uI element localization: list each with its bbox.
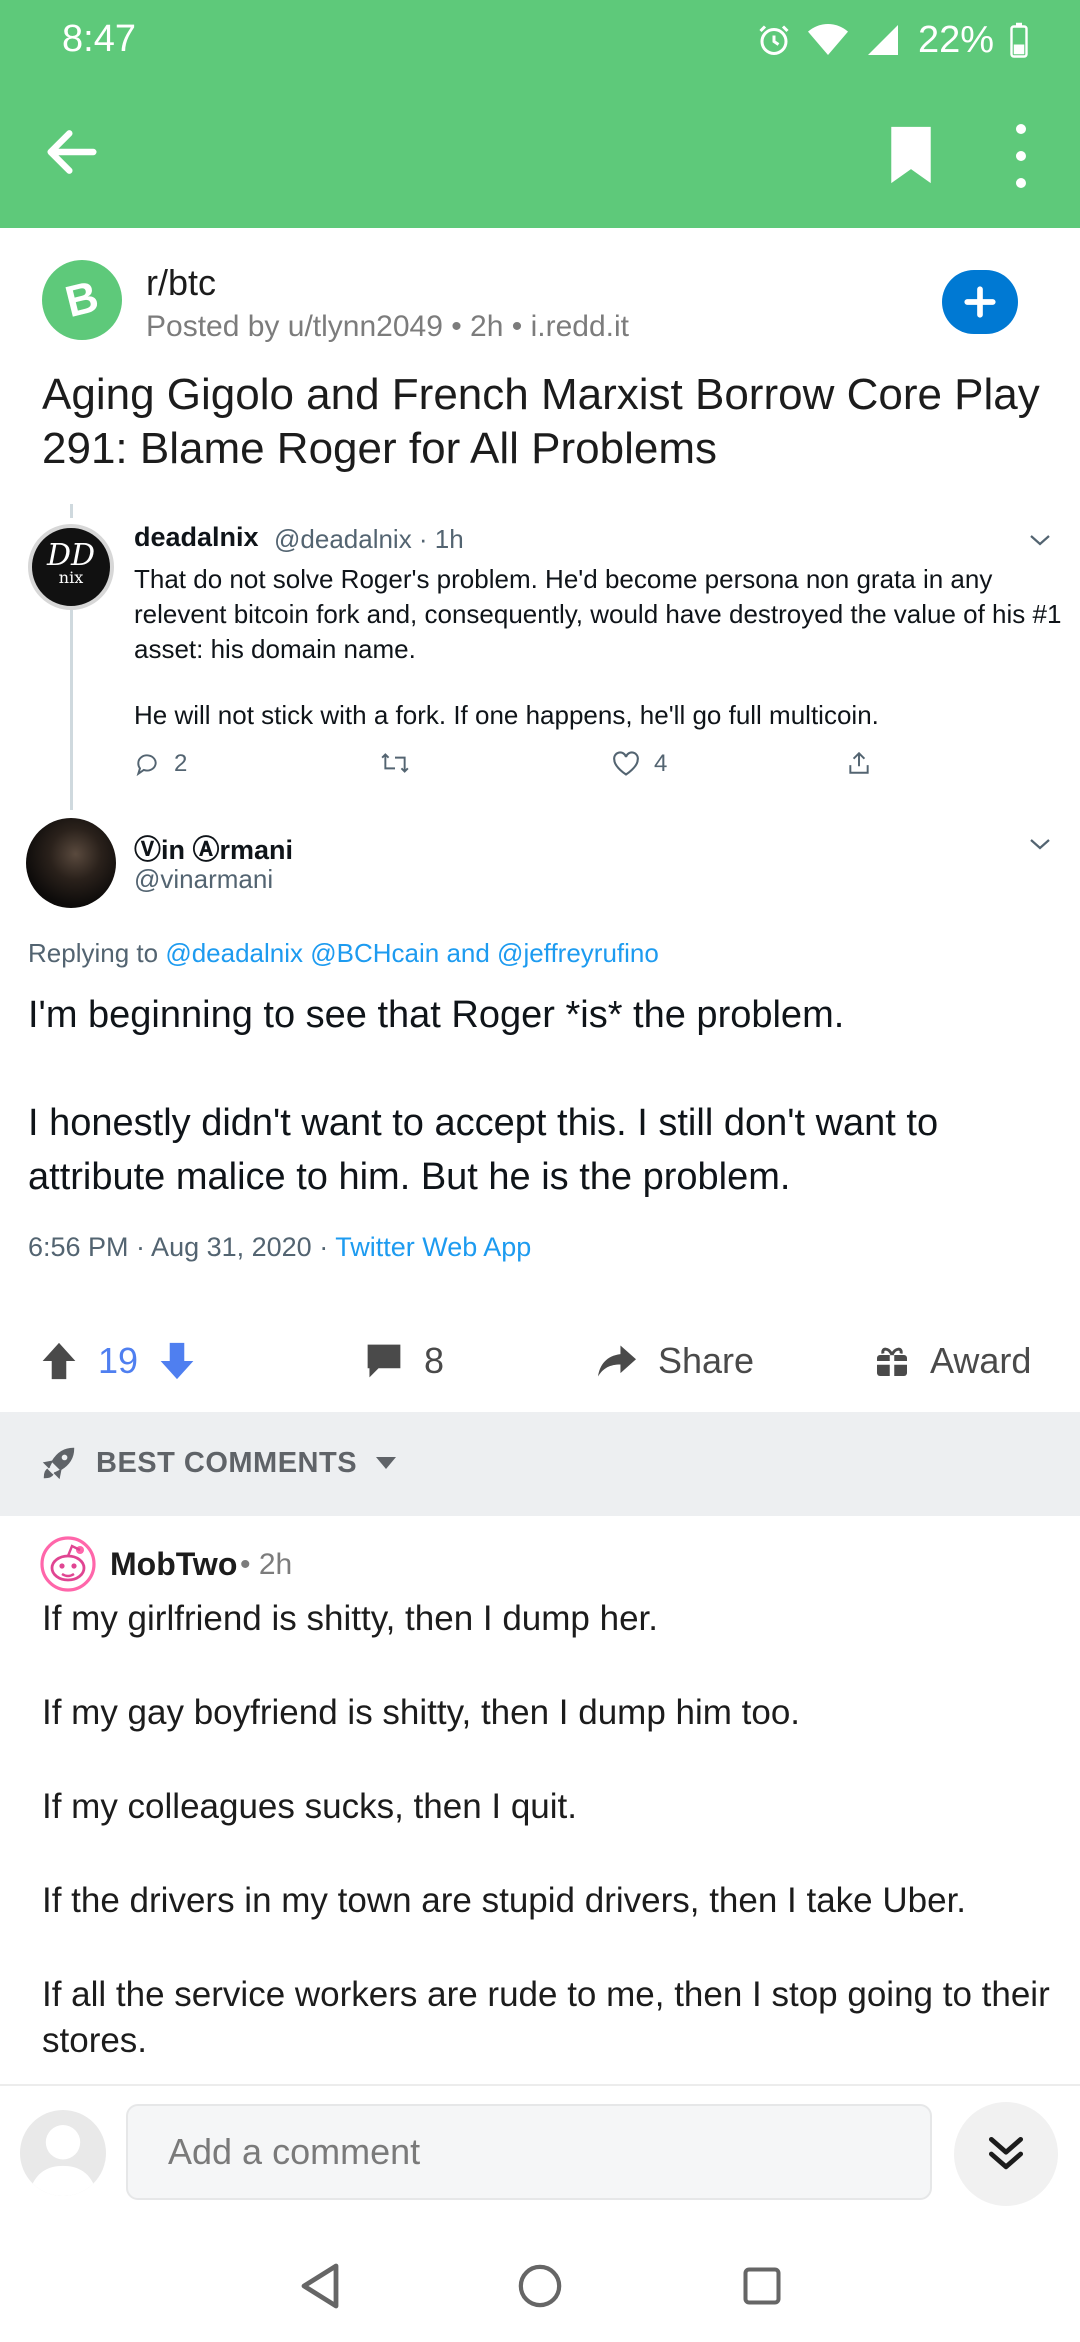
reply-icon — [136, 754, 157, 777]
wifi-icon — [807, 24, 848, 55]
tweet-text: I'm beginning to see that Roger *is* the… — [28, 994, 845, 1036]
share-button[interactable]: Share — [596, 1340, 754, 1382]
app-header: 8:47 22% — [0, 0, 1080, 228]
comment-line: If my colleagues sucks, then I quit. — [42, 1787, 577, 1826]
system-nav-bar — [0, 2226, 1080, 2342]
battery-icon — [1010, 22, 1028, 58]
tweet-text: He will not stick with a fork. If one ha… — [134, 700, 879, 730]
tweet-like: 4 — [612, 750, 667, 778]
back-arrow-icon — [47, 130, 97, 174]
comment-body: If my girlfriend is shitty, then I dump … — [42, 1596, 1052, 2112]
reply-count: 2 — [174, 750, 188, 777]
join-subreddit-button[interactable] — [942, 270, 1018, 334]
share-label: Share — [658, 1340, 755, 1381]
comment-icon — [367, 1344, 401, 1378]
commenter-avatar[interactable] — [40, 1536, 96, 1592]
vote-count: 19 — [98, 1340, 139, 1381]
tweet-source: Twitter Web App — [335, 1232, 532, 1262]
nav-home-icon — [518, 2264, 562, 2308]
caret-down-icon — [376, 1457, 397, 1469]
tweet-avatar-deadalnix: DD nix — [28, 524, 114, 610]
alarm-icon — [759, 25, 789, 55]
subreddit-avatar[interactable]: B — [42, 260, 122, 340]
comments-button[interactable]: 8 — [364, 1340, 444, 1382]
post-title: Aging Gigolo and French Marxist Borrow C… — [42, 370, 1040, 473]
tweet-author-handle: @deadalnix · 1h — [274, 524, 464, 554]
battery-percent: 22% — [917, 18, 994, 61]
comment-line: If my girlfriend is shitty, then I dump … — [42, 1599, 658, 1638]
more-options-button[interactable] — [1008, 124, 1034, 188]
vote-control: 19 — [40, 1340, 196, 1382]
chevron-down-icon — [1030, 839, 1050, 850]
tweet-share — [846, 750, 872, 776]
replying-to: Replying to @deadalnix @BCHcain and @jef… — [28, 938, 659, 968]
svg-text:B: B — [61, 276, 104, 324]
post-action-bar: 19 8 Share Award — [0, 1300, 1080, 1416]
tweet-author-name: deadalnix — [134, 522, 259, 552]
tweet-avatar-vinarmani — [26, 818, 116, 908]
downvote-icon[interactable] — [158, 1341, 196, 1381]
like-count: 4 — [654, 750, 668, 777]
subreddit-name[interactable]: r/btc — [146, 262, 216, 304]
tweet-text: That do not solve Roger's problem. He'd … — [134, 564, 1062, 664]
tweet-text: I honestly didn't want to accept this. I… — [28, 1102, 939, 1198]
nav-recents-icon — [743, 2267, 781, 2305]
tweet-reply: 2 — [134, 750, 187, 778]
sort-label: BEST COMMENTS — [96, 1446, 358, 1479]
share-arrow-icon — [598, 1345, 636, 1377]
next-comment-button[interactable] — [954, 2102, 1058, 2206]
heart-icon — [613, 751, 639, 776]
comment-line: If the drivers in my town are stupid dri… — [42, 1881, 967, 1920]
double-chevron-down-icon — [988, 2136, 1024, 2170]
rocket-icon — [42, 1447, 75, 1480]
bottom-bar: Add a comment — [0, 2084, 1080, 2340]
chevron-down-icon — [1030, 535, 1050, 546]
comment-time: • 2h — [240, 1548, 293, 1581]
snoo-avatar-icon — [40, 1536, 96, 1592]
retweet-icon — [381, 753, 409, 773]
signal-icon — [867, 25, 898, 55]
comment-sort-selector[interactable]: BEST COMMENTS — [40, 1444, 397, 1482]
comment-count: 8 — [424, 1340, 445, 1381]
award-button[interactable]: Award — [874, 1340, 1031, 1382]
status-time: 8:47 — [62, 18, 136, 60]
status-icons: 22% — [756, 14, 1028, 66]
post-meta: Posted by u/tlynn2049 • 2h • i.redd.it — [146, 310, 629, 343]
share-upload-icon — [849, 751, 869, 774]
tweet-author-handle: @vinarmani — [134, 864, 274, 894]
user-placeholder-icon — [28, 2125, 98, 2196]
replying-to-handles: @deadalnix @BCHcain and @jeffreyrufino — [165, 938, 659, 968]
comment-line: If all the service workers are rude to m… — [42, 1975, 1050, 2060]
gift-icon — [877, 1347, 907, 1376]
more-vertical-icon — [1016, 124, 1026, 134]
status-bar: 8:47 22% — [0, 0, 1080, 78]
tweet-author-name: Ⓥin Ⓐrmani — [134, 835, 294, 865]
comment-sort-bar[interactable]: BEST COMMENTS — [0, 1412, 1080, 1516]
upvote-icon[interactable] — [40, 1341, 78, 1381]
thread-line — [70, 610, 73, 810]
save-post-button[interactable] — [884, 124, 938, 186]
back-button[interactable] — [40, 120, 104, 184]
tweet-retweet — [380, 750, 410, 776]
tweet-actions: 2 4 — [134, 750, 914, 784]
add-comment-input[interactable]: Add a comment — [126, 2104, 932, 2200]
nav-back-icon — [301, 2263, 339, 2309]
tweet-timestamp: 6:56 PM · Aug 31, 2020 · Twitter Web App — [28, 1232, 532, 1262]
user-avatar[interactable] — [20, 2110, 106, 2196]
comment-author[interactable]: MobTwo — [110, 1546, 237, 1583]
comment-line: If my gay boyfriend is shitty, then I du… — [42, 1693, 801, 1732]
bookmark-icon — [891, 126, 931, 184]
nav-back-button[interactable] — [290, 2256, 350, 2316]
bitcoin-cash-icon: B — [61, 276, 104, 324]
nav-home-button[interactable] — [510, 2256, 570, 2316]
nav-recents-button[interactable] — [732, 2256, 792, 2316]
plus-icon — [964, 286, 996, 318]
award-label: Award — [930, 1340, 1032, 1381]
thread-line-top — [70, 504, 73, 518]
